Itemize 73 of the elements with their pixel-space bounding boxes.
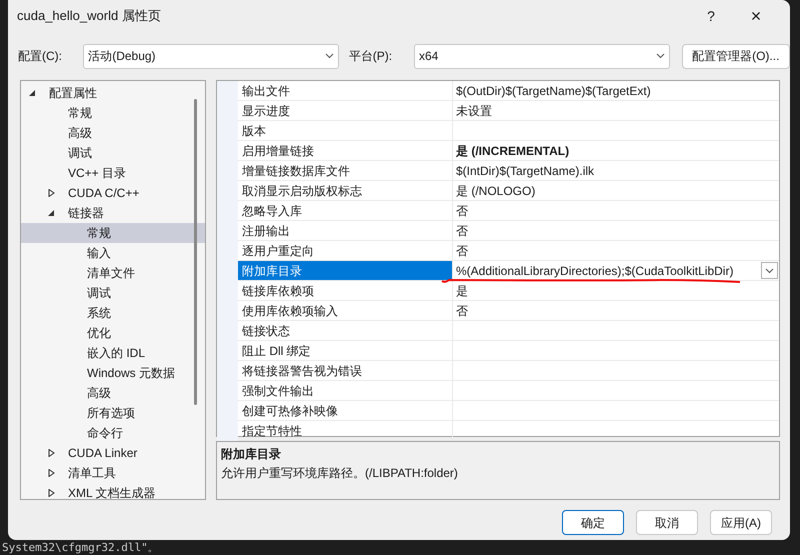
- expanded-triangle-icon[interactable]: [48, 209, 55, 217]
- property-value[interactable]: 是 (/NOLOGO): [456, 182, 536, 200]
- property-name[interactable]: 使用库依赖项输入: [238, 301, 453, 321]
- config-manager-button[interactable]: 配置管理器(O)...: [682, 44, 790, 68]
- property-value[interactable]: $(IntDir)$(TargetName).ilk: [456, 162, 594, 180]
- expanded-triangle-icon[interactable]: [29, 89, 36, 97]
- property-name[interactable]: 注册输出: [238, 221, 453, 241]
- tree-item[interactable]: XML 文档生成器: [21, 483, 205, 503]
- property-value[interactable]: %(AdditionalLibraryDirectories);$(CudaToolkitLibDir): [456, 262, 734, 280]
- dialog-button[interactable]: 取消: [636, 510, 698, 535]
- tree-item[interactable]: 调试: [21, 283, 205, 303]
- property-name[interactable]: 链接状态: [238, 321, 453, 341]
- config-dropdown[interactable]: 活动(Debug): [83, 44, 339, 68]
- tree-item[interactable]: 输入: [21, 243, 205, 263]
- tree-item[interactable]: CUDA Linker: [21, 443, 205, 463]
- property-name[interactable]: 将链接器警告视为错误: [238, 361, 453, 381]
- tree-item[interactable]: CUDA C/C++: [21, 183, 205, 203]
- window-title: cuda_hello_world 属性页: [17, 7, 161, 26]
- collapsed-triangle-icon[interactable]: [48, 489, 55, 497]
- tree-item[interactable]: 高级: [21, 383, 205, 403]
- property-name[interactable]: 增量链接数据库文件: [238, 161, 453, 181]
- property-value[interactable]: 是 (/INCREMENTAL): [456, 142, 570, 160]
- config-label: 配置(C):: [18, 48, 63, 65]
- tree-item[interactable]: 嵌入的 IDL: [21, 343, 205, 363]
- property-value[interactable]: 否: [456, 242, 468, 260]
- property-name[interactable]: 忽略导入库: [238, 201, 453, 221]
- console-text: System32\cfgmgr32.dll"。: [2, 542, 159, 554]
- tree-item[interactable]: 常规: [21, 103, 205, 123]
- platform-dropdown[interactable]: x64: [414, 44, 670, 68]
- chevron-down-icon: [765, 268, 774, 274]
- description-text: 允许用户重写环境库路径。(/LIBPATH:folder): [221, 465, 459, 482]
- property-value[interactable]: $(OutDir)$(TargetName)$(TargetExt): [456, 82, 651, 100]
- property-value[interactable]: 否: [456, 222, 468, 240]
- tree-item[interactable]: 清单文件: [21, 263, 205, 283]
- tree-item[interactable]: 高级: [21, 123, 205, 143]
- property-name[interactable]: 取消显示启动版权标志: [238, 181, 453, 201]
- property-name[interactable]: 启用增量链接: [238, 141, 453, 161]
- dropdown-button[interactable]: [761, 262, 778, 279]
- help-button[interactable]: ?: [696, 6, 726, 26]
- tree-item[interactable]: 链接器: [21, 203, 205, 223]
- tree-item[interactable]: 调试: [21, 143, 205, 163]
- collapsed-triangle-icon[interactable]: [48, 449, 55, 457]
- property-value[interactable]: 否: [456, 302, 468, 320]
- tree-item[interactable]: 清单工具: [21, 463, 205, 483]
- chevron-down-icon: [324, 53, 334, 59]
- tree-item[interactable]: 优化: [21, 323, 205, 343]
- collapsed-triangle-icon[interactable]: [48, 469, 55, 477]
- chevron-down-icon: [656, 53, 664, 59]
- description-title: 附加库目录: [221, 446, 282, 463]
- property-name[interactable]: 强制文件输出: [238, 381, 453, 401]
- tree-item[interactable]: 命令行: [21, 423, 205, 443]
- property-name[interactable]: 阻止 Dll 绑定: [238, 341, 453, 361]
- tree-item[interactable]: 配置属性: [21, 83, 205, 103]
- collapsed-triangle-icon[interactable]: [48, 189, 55, 197]
- property-value[interactable]: 未设置: [456, 102, 492, 120]
- property-value[interactable]: 否: [456, 202, 468, 220]
- property-name[interactable]: 显示进度: [238, 101, 453, 121]
- close-button[interactable]: ×: [736, 2, 776, 30]
- property-name[interactable]: 创建可热修补映像: [238, 401, 453, 421]
- platform-label: 平台(P):: [348, 48, 394, 65]
- property-name[interactable]: 输出文件: [238, 81, 453, 101]
- property-name[interactable]: 版本: [238, 121, 453, 141]
- scrollbar-thumb[interactable]: [194, 99, 197, 405]
- tree-item[interactable]: VC++ 目录: [21, 163, 205, 183]
- tree-item[interactable]: 系统: [21, 303, 205, 323]
- tree-item[interactable]: Windows 元数据: [21, 363, 205, 383]
- property-name[interactable]: 附加库目录: [238, 261, 453, 281]
- property-value[interactable]: 是: [456, 282, 468, 300]
- dialog-button[interactable]: 应用(A): [710, 510, 772, 535]
- tree-item[interactable]: 常规: [21, 223, 205, 243]
- tree-item[interactable]: 所有选项: [21, 403, 205, 423]
- property-name[interactable]: 链接库依赖项: [238, 281, 453, 301]
- dialog-button[interactable]: 确定: [562, 510, 624, 535]
